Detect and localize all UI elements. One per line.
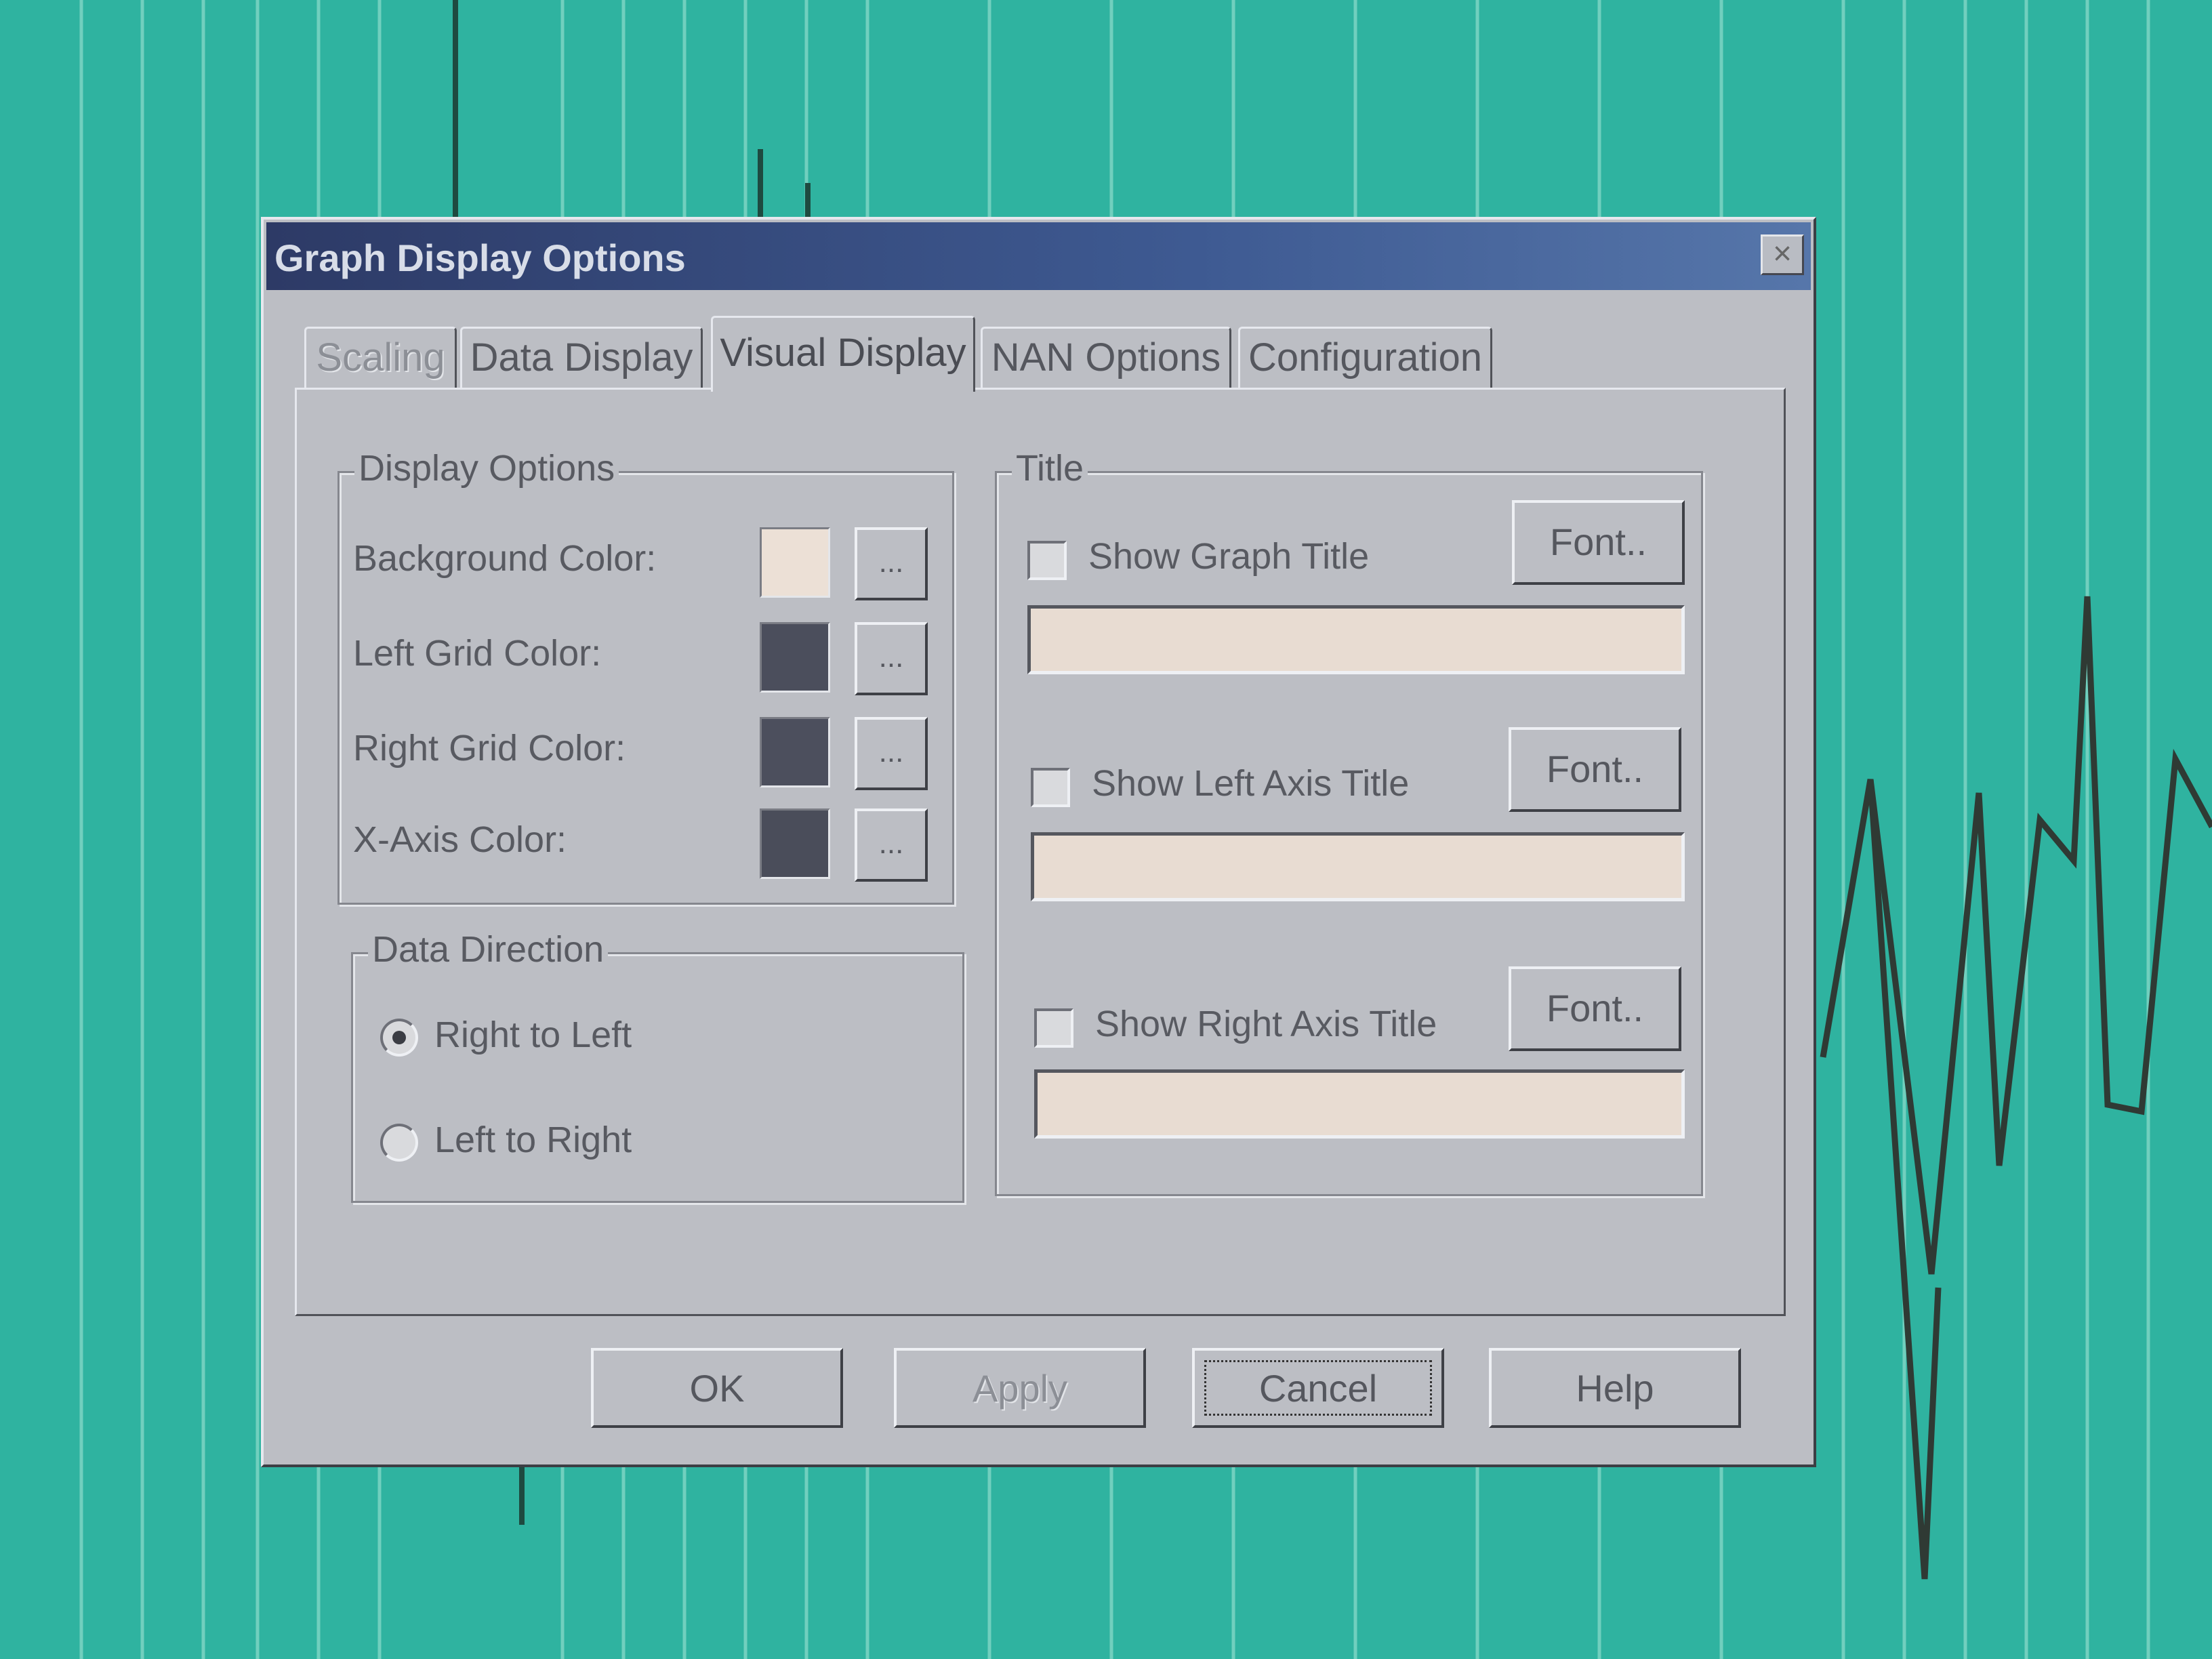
radio-selected-dot [392, 1031, 406, 1044]
left-to-right-label[interactable]: Left to Right [434, 1119, 632, 1161]
show-graph-title-checkbox[interactable] [1027, 541, 1067, 580]
right-grid-color-picker-button[interactable]: ... [855, 717, 928, 790]
left-grid-color-swatch [760, 622, 830, 693]
radio-right-to-left[interactable] [380, 1019, 418, 1057]
apply-button[interactable]: Apply [894, 1348, 1146, 1428]
graph-title-font-button[interactable]: Font.. [1512, 500, 1685, 585]
left-grid-color-picker-button[interactable]: ... [855, 622, 928, 695]
graph-display-options-dialog: Graph Display Options × Scaling Data Dis… [261, 217, 1816, 1467]
window-title: Graph Display Options [274, 237, 686, 279]
background-color-label: Background Color: [353, 538, 657, 579]
tab-visual-display[interactable]: Visual Display [711, 316, 975, 392]
left-axis-title-font-button[interactable]: Font.. [1509, 727, 1681, 812]
x-axis-color-swatch [760, 808, 830, 879]
tab-configuration[interactable]: Configuration [1238, 327, 1492, 388]
graph-title-input[interactable] [1027, 605, 1685, 674]
tab-nan-options[interactable]: NAN Options [981, 327, 1231, 388]
ellipsis-icon: ... [878, 827, 904, 860]
show-right-axis-title-label[interactable]: Show Right Axis Title [1095, 1003, 1437, 1045]
right-axis-title-font-button[interactable]: Font.. [1509, 966, 1681, 1051]
ellipsis-icon: ... [878, 640, 904, 674]
left-axis-title-input[interactable] [1031, 832, 1685, 901]
title-legend: Title [1012, 447, 1088, 489]
right-to-left-label[interactable]: Right to Left [434, 1014, 632, 1056]
tab-scaling[interactable]: Scaling [304, 327, 457, 388]
x-axis-color-label: X-Axis Color: [353, 819, 567, 860]
right-grid-color-swatch [760, 717, 830, 787]
close-button[interactable]: × [1761, 234, 1804, 275]
close-icon: × [1772, 236, 1793, 272]
cancel-button[interactable]: Cancel [1192, 1348, 1444, 1428]
show-graph-title-label[interactable]: Show Graph Title [1088, 535, 1369, 577]
right-axis-title-input[interactable] [1034, 1069, 1685, 1139]
focus-ring [1204, 1360, 1432, 1416]
title-group: Title Show Graph Title Font.. Show Left … [995, 447, 1703, 1196]
background-color-swatch [760, 527, 830, 598]
left-grid-color-label: Left Grid Color: [353, 633, 602, 674]
display-options-legend: Display Options [354, 447, 619, 489]
show-left-axis-title-checkbox[interactable] [1031, 768, 1070, 807]
visual-display-panel: Display Options Background Color: ... Le… [295, 388, 1786, 1316]
help-button[interactable]: Help [1489, 1348, 1741, 1428]
background-color-picker-button[interactable]: ... [855, 527, 928, 600]
data-direction-group: Data Direction Right to Left Left to Rig… [351, 928, 964, 1203]
title-bar[interactable]: Graph Display Options × [266, 222, 1811, 290]
show-right-axis-title-checkbox[interactable] [1034, 1008, 1073, 1048]
data-direction-legend: Data Direction [368, 928, 609, 970]
x-axis-color-picker-button[interactable]: ... [855, 808, 928, 882]
display-options-group: Display Options Background Color: ... Le… [337, 447, 954, 905]
ellipsis-icon: ... [878, 735, 904, 769]
tab-data-display[interactable]: Data Display [460, 327, 703, 388]
right-grid-color-label: Right Grid Color: [353, 728, 626, 769]
show-left-axis-title-label[interactable]: Show Left Axis Title [1092, 762, 1409, 804]
radio-left-to-right[interactable] [380, 1124, 418, 1162]
ellipsis-icon: ... [878, 546, 904, 579]
ok-button[interactable]: OK [591, 1348, 843, 1428]
